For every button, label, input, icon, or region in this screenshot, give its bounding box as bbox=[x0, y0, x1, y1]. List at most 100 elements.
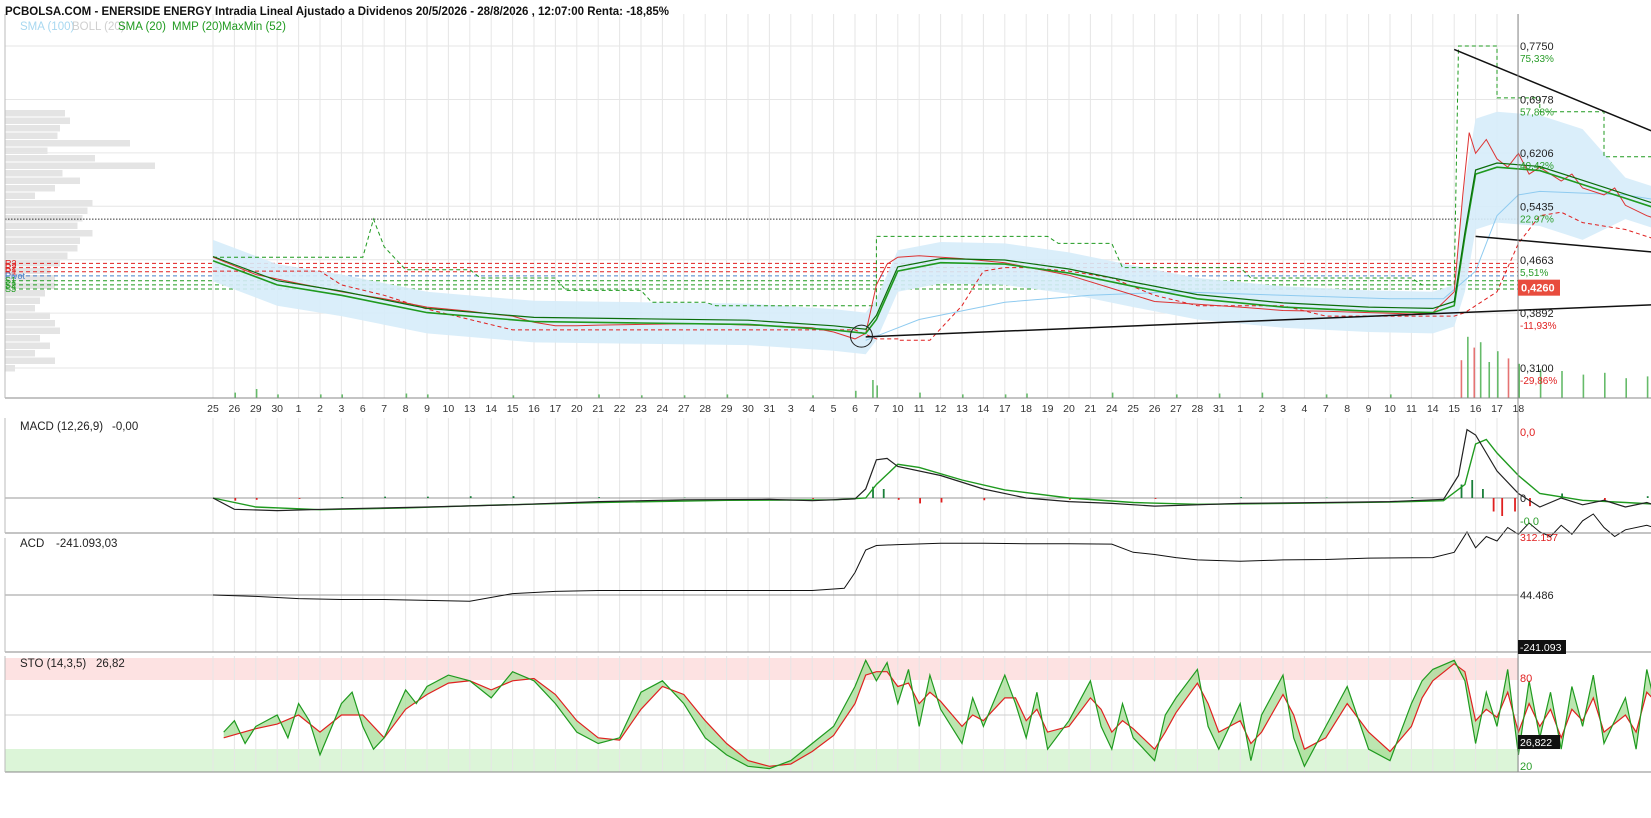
x-tick-label: 20 bbox=[1063, 403, 1075, 415]
macd-histogram-bar bbox=[1471, 480, 1474, 498]
volume-bar bbox=[1218, 393, 1221, 398]
x-tick-label: 2 bbox=[317, 403, 323, 415]
x-tick-label: 1 bbox=[1237, 403, 1243, 415]
volume-profile-bar bbox=[5, 132, 58, 139]
volume-bar bbox=[1582, 374, 1585, 398]
x-tick-label: 28 bbox=[1192, 403, 1204, 415]
sto-overbought-zone bbox=[5, 658, 1518, 680]
acd-value: -241.093,03 bbox=[56, 538, 117, 550]
x-tick-label: 9 bbox=[1366, 403, 1372, 415]
x-tick-label: 30 bbox=[271, 403, 283, 415]
volume-profile-bar bbox=[5, 222, 78, 229]
pivot-label: S3 bbox=[5, 284, 16, 294]
volume-profile-bar bbox=[5, 192, 35, 199]
chart-backgrounds bbox=[0, 0, 1651, 818]
x-tick-label: 6 bbox=[852, 403, 858, 415]
x-tick-label: 11 bbox=[914, 403, 925, 415]
volume-profile-bar bbox=[5, 117, 70, 124]
macd-histogram-bar bbox=[298, 498, 301, 499]
macd-histogram-bar bbox=[341, 497, 344, 498]
macd-histogram-bar bbox=[1529, 498, 1531, 507]
x-tick-label: 10 bbox=[443, 403, 455, 415]
x-tick-label: 13 bbox=[464, 403, 476, 415]
volume-bar bbox=[1479, 342, 1482, 398]
x-tick-label: 29 bbox=[250, 403, 262, 415]
volume-bar bbox=[919, 392, 921, 398]
x-tick-label: 3 bbox=[1280, 403, 1286, 415]
volume-bar bbox=[876, 385, 878, 398]
sto-y-tick-label: 20 bbox=[1520, 761, 1532, 773]
volume-bar bbox=[855, 390, 857, 398]
acd-title: ACD bbox=[20, 538, 44, 550]
x-tick-label: 7 bbox=[873, 403, 879, 415]
volume-bar bbox=[1026, 393, 1028, 398]
volume-profile-bar bbox=[5, 140, 130, 147]
macd-histogram-bar bbox=[469, 496, 472, 498]
volume-profile-bar bbox=[5, 200, 93, 207]
x-tick-label: 16 bbox=[528, 403, 540, 415]
volume-bar bbox=[1561, 371, 1563, 398]
price-y-tick-label: 0,4663 bbox=[1520, 255, 1554, 267]
x-tick-label: 24 bbox=[657, 403, 669, 415]
x-tick-label: 26 bbox=[229, 403, 241, 415]
volume-bar bbox=[405, 393, 408, 398]
x-tick-label: 15 bbox=[507, 403, 519, 415]
chart-title: PCBOLSA.COM - ENERSIDE ENERGY Intradia L… bbox=[5, 6, 669, 18]
macd-histogram-bar bbox=[234, 498, 237, 501]
volume-profile-bar bbox=[5, 177, 80, 184]
sto-value: 26,82 bbox=[96, 658, 125, 670]
price-y-tick-label: 0,6206 bbox=[1520, 148, 1554, 160]
volume-profile-bar bbox=[5, 305, 35, 312]
x-tick-label: 26 bbox=[1149, 403, 1161, 415]
price-y-pct-label: 57,88% bbox=[1520, 107, 1554, 118]
price-y-tick-label: 0,6978 bbox=[1520, 94, 1554, 106]
volume-bar bbox=[726, 394, 729, 398]
volume-profile-bar bbox=[5, 230, 93, 237]
x-tick-label: 27 bbox=[678, 403, 690, 415]
volume-bar bbox=[1467, 336, 1469, 398]
volume-bar bbox=[320, 394, 322, 398]
macd-histogram-bar bbox=[1240, 497, 1242, 498]
macd-histogram-bar bbox=[1514, 498, 1516, 512]
x-tick-label: 14 bbox=[485, 403, 497, 415]
volume-bar bbox=[1176, 394, 1178, 398]
acd-y-tick-label: 312.157 bbox=[1520, 532, 1558, 544]
volume-bar bbox=[1111, 392, 1114, 398]
volume-profile-bar bbox=[5, 320, 55, 327]
volume-profile-bar bbox=[5, 215, 83, 222]
price-y-tick-label: 0,7750 bbox=[1520, 41, 1554, 53]
acd-current-label: -241.093 bbox=[1520, 642, 1562, 654]
x-tick-label: 4 bbox=[1301, 403, 1307, 415]
volume-profile-bar bbox=[5, 297, 40, 304]
x-tick-label: 6 bbox=[360, 403, 366, 415]
volume-bar bbox=[1646, 376, 1649, 398]
legend-item: BOLL (20) bbox=[72, 21, 125, 33]
price-y-pct-label: -29,86% bbox=[1520, 376, 1557, 387]
macd-histogram-bar bbox=[598, 497, 600, 498]
price-y-tick-label: 0,3100 bbox=[1520, 363, 1554, 375]
x-tick-label: 31 bbox=[764, 403, 776, 415]
x-tick-label: 3 bbox=[788, 403, 794, 415]
volume-bar bbox=[1004, 394, 1007, 398]
current-price-label: 0,4260 bbox=[1521, 283, 1555, 295]
volume-profile-bar bbox=[5, 170, 63, 177]
macd-y-tick-label: -0,0 bbox=[1520, 516, 1539, 528]
x-tick-label: 14 bbox=[1427, 403, 1439, 415]
volume-profile-bar bbox=[5, 342, 50, 349]
x-tick-label: 22 bbox=[614, 403, 626, 415]
volume-bar bbox=[234, 392, 236, 398]
macd-histogram-bar bbox=[255, 498, 258, 500]
price-y-pct-label: 5,51% bbox=[1520, 268, 1548, 279]
x-tick-label: 27 bbox=[1170, 403, 1182, 415]
volume-profile-bar bbox=[5, 185, 55, 192]
page-background bbox=[0, 0, 1651, 818]
macd-histogram-bar bbox=[882, 489, 885, 498]
x-tick-label: 8 bbox=[1344, 403, 1350, 415]
volume-bar bbox=[1473, 347, 1476, 398]
stock-chart: 25 26 29 30 1 2 3 6 7 8 9 10 13 14 15 16 17 20 21 22 23 24 27 2… bbox=[0, 0, 1651, 818]
price-y-tick-label: 0,5435 bbox=[1520, 201, 1554, 213]
x-tick-label: 30 bbox=[742, 403, 754, 415]
volume-profile-bar bbox=[5, 335, 40, 342]
macd-histogram-bar bbox=[812, 498, 814, 499]
macd-histogram-bar bbox=[940, 498, 943, 503]
